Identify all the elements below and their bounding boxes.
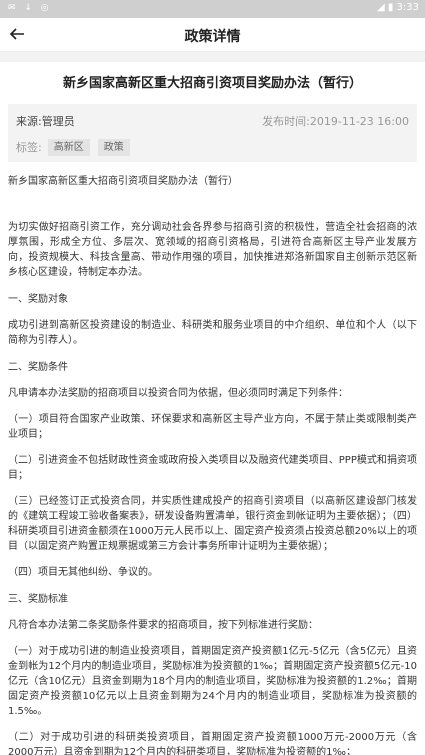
paragraph-intro: 为切实做好招商引资工作，充分调动社会各界参与招商引资的积极性，营造全社会招商的浓… [8,222,417,278]
status-system-indicators: ◢ ▮ 3:33 [376,2,419,13]
paragraph-condition-3: （三）已经签订正式投资合同，并实质性建成投产的招商引资项目（以高新区建设部门核发… [8,496,417,552]
section-heading-reward-conditions: 二、奖励条件 [8,362,68,373]
tag-label: 标签: [16,141,42,154]
navigation-bar: 政策详情 [0,18,425,52]
paragraph-standard-1: （一）对于成功引进的制造业投资项目，首期固定资产投资额1亿元-5亿元（含5亿元）… [8,646,417,717]
article-body: 新乡国家高新区重大招商引资项目奖励办法（暂行） 为切实做好招商引资工作，充分调动… [0,174,425,755]
section-heading-reward-target: 一、奖励对象 [8,294,68,305]
paragraph-condition-4: （四）项目无其他纠纷、争议的。 [8,567,158,578]
paragraph-reward-target: 成功引进到高新区投资建设的制造业、科研类和服务业项目的中介组织、单位和个人（以下… [8,320,417,346]
tag-high-tech-zone[interactable]: 高新区 [47,138,90,156]
paragraph-standard-2: （二）对于成功引进的科研类投资项目，首期固定资产投资额1000万元-2000万元… [8,732,417,755]
article-source: 来源:管理员 [16,115,75,128]
document-name: 新乡国家高新区重大招商引资项目奖励办法（暂行） [8,176,238,187]
article-title: 新乡国家高新区重大招商引资项目奖励办法（暂行） [62,76,362,91]
paragraph-standard-intro: 凡符合本办法第二条奖励条件要求的招商项目，按下列标准进行奖励： [8,620,318,631]
paragraph-condition-2: （二）引进资金不包括财政性资金或政府投入类项目以及融资代建类项目、PPP模式和捐… [8,455,417,481]
section-heading-reward-standard: 三、奖励标准 [8,594,68,605]
paragraph-condition-1: （一）项目符合国家产业政策、环保要求和高新区主导产业方向，不属于禁止类或限制类产… [8,414,417,440]
status-bar: ✉ ↓ ◎ ◢ ▮ 3:33 [0,0,425,18]
status-notification-icons: ✉ ↓ ◎ [8,3,52,13]
publish-time: 发布时间:2019-11-23 16:00 [262,115,409,128]
article-meta-box: 来源:管理员 发布时间:2019-11-23 16:00 标签: 高新区 政策 [8,104,417,162]
tag-policy[interactable]: 政策 [97,138,130,156]
page-title: 政策详情 [184,29,241,45]
header-separator [0,52,425,62]
paragraph-conditions-intro: 凡申请本办法奖励的招商项目以投资合同为依据，但必须同时满足下列条件： [8,388,348,399]
